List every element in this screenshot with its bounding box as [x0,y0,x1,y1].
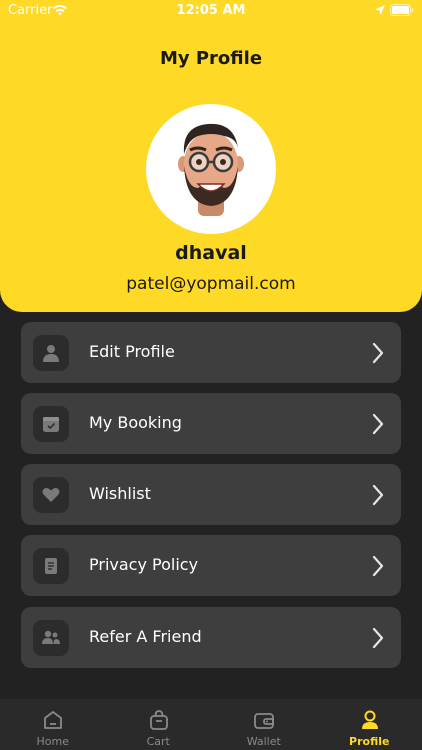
tab-label: Home [36,735,69,748]
menu-item-label: Privacy Policy [89,555,199,574]
profile-screen: Carrier 12:05 AM My Profile dhaval patel… [0,0,422,750]
calendar-icon [43,417,59,432]
document-icon [45,558,57,574]
menu-item-label: Wishlist [89,484,151,503]
clock-time: 12:05 AM [176,3,246,18]
memoji-avatar-icon [178,123,244,216]
wallet-icon [254,713,274,729]
heart-icon [42,487,60,502]
battery-icon [390,4,414,16]
menu-icon-box [33,406,69,442]
status-bar: Carrier 12:05 AM [0,0,422,22]
tab-label: Cart [146,735,170,748]
chevron-right-icon [372,484,384,506]
tab-cart[interactable]: Cart [106,699,212,750]
menu-item-privacy-policy[interactable]: Privacy Policy [21,535,401,596]
tab-label: Profile [349,735,390,748]
profile-name: dhaval [175,242,247,264]
tab-wallet[interactable]: Wallet [211,699,317,750]
user-icon [43,345,59,362]
menu-item-my-booking[interactable]: My Booking [21,393,401,454]
chevron-right-icon [372,413,384,435]
menu-item-label: Edit Profile [89,342,175,361]
chevron-right-icon [372,555,384,577]
chevron-right-icon [372,627,384,649]
menu-icon-box [33,548,69,584]
menu-item-label: Refer A Friend [89,627,202,646]
profile-email: patel@yopmail.com [126,274,296,294]
menu-icon-box [33,477,69,513]
page-title: My Profile [159,48,263,69]
tab-label: Wallet [246,735,281,748]
menu-item-edit-profile[interactable]: Edit Profile [21,322,401,383]
bag-icon [149,710,168,730]
tab-home[interactable]: Home [0,699,106,750]
menu-item-wishlist[interactable]: Wishlist [21,464,401,525]
tab-profile[interactable]: Profile [317,699,422,750]
menu-item-label: My Booking [89,413,182,432]
bottom-tab-bar: Home Cart Wallet Profile [0,699,422,750]
home-icon [44,711,62,729]
profile-icon [361,710,378,729]
location-arrow-icon [375,5,385,15]
profile-header: Carrier 12:05 AM My Profile dhaval patel… [0,0,422,312]
menu-item-refer-a-friend[interactable]: Refer A Friend [21,607,401,668]
users-icon [42,630,60,644]
avatar[interactable] [146,104,276,234]
menu-icon-box [33,335,69,371]
chevron-right-icon [372,342,384,364]
menu-icon-box [33,620,69,656]
